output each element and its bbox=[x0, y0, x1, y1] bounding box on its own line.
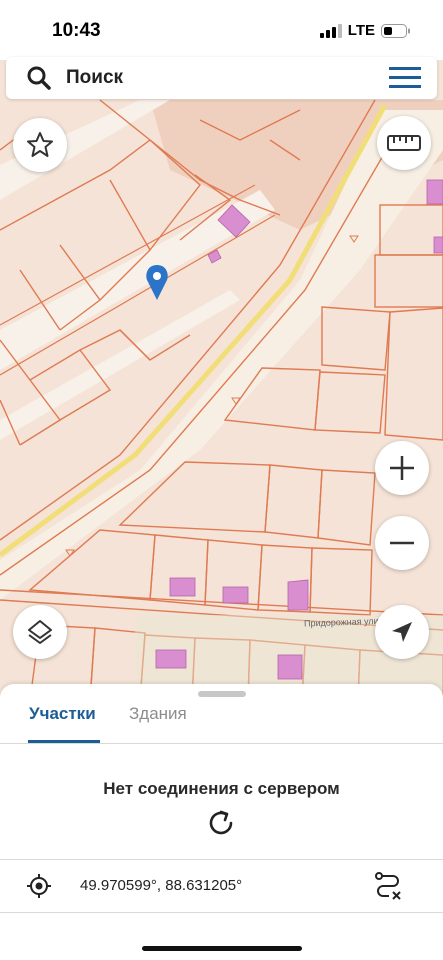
route-clear-icon[interactable] bbox=[373, 871, 403, 901]
tab-parcels[interactable]: Участки bbox=[29, 704, 96, 724]
plus-icon bbox=[390, 456, 414, 480]
ruler-button[interactable] bbox=[377, 116, 431, 170]
refresh-icon[interactable] bbox=[204, 806, 238, 840]
sheet-drag-handle[interactable] bbox=[198, 691, 246, 697]
layers-button[interactable] bbox=[13, 605, 67, 659]
search-bar[interactable]: Поиск bbox=[6, 57, 437, 99]
zoom-in-button[interactable] bbox=[375, 441, 429, 495]
sheet-tabs: Участки Здания bbox=[0, 702, 443, 744]
navigation-arrow-icon bbox=[392, 622, 412, 642]
locate-button[interactable] bbox=[375, 605, 429, 659]
coordinates-row: 49.970599°, 88.631205° bbox=[0, 860, 443, 912]
divider bbox=[0, 912, 443, 913]
star-icon bbox=[27, 132, 53, 157]
network-type: LTE bbox=[347, 22, 375, 39]
zoom-out-button[interactable] bbox=[375, 516, 429, 570]
status-time: 10:43 bbox=[52, 20, 101, 41]
layers-icon bbox=[28, 620, 52, 644]
bottom-sheet[interactable]: Участки Здания Нет соединения с сервером… bbox=[0, 684, 443, 960]
coordinates-value: 49.970599°, 88.631205° bbox=[80, 877, 243, 894]
cadastral-map[interactable] bbox=[0, 0, 443, 700]
tab-buildings[interactable]: Здания bbox=[129, 704, 187, 724]
crosshair-icon bbox=[27, 874, 51, 898]
signal-icon bbox=[319, 23, 342, 38]
search-icon[interactable] bbox=[26, 65, 52, 91]
minus-icon bbox=[390, 541, 414, 545]
app-screen: Придорожная улица 10:43 LTE Поиск Участк… bbox=[0, 0, 443, 960]
battery-icon bbox=[381, 23, 410, 38]
home-indicator bbox=[142, 946, 302, 951]
status-bar: 10:43 LTE bbox=[0, 0, 443, 60]
active-tab-indicator bbox=[28, 740, 100, 743]
hamburger-menu-icon[interactable] bbox=[389, 67, 421, 89]
status-indicators: LTE bbox=[319, 22, 411, 39]
favorites-button[interactable] bbox=[13, 118, 67, 172]
ruler-icon bbox=[387, 135, 421, 151]
search-input[interactable]: Поиск bbox=[66, 67, 123, 89]
connection-error-message: Нет соединения с сервером bbox=[103, 779, 340, 798]
